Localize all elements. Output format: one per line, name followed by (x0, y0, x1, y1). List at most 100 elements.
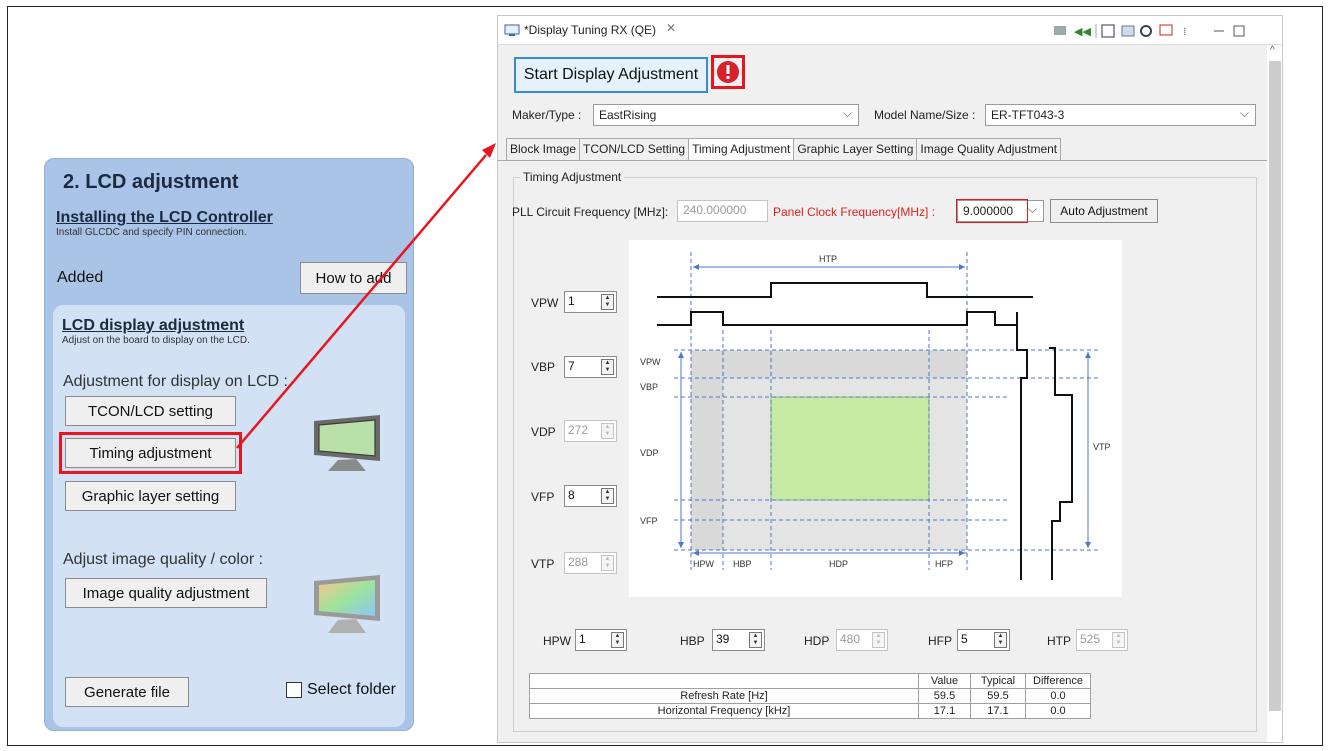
hpw-label: HPW (543, 634, 571, 648)
row-value: 17.1 (918, 703, 971, 719)
hpw-spinner[interactable]: 1 ▲ ▼ (575, 629, 627, 651)
htp-diagram-label: HTP (819, 254, 837, 264)
header-cell (529, 673, 919, 689)
graphic-layer-setting-button[interactable]: Graphic layer setting (65, 481, 236, 511)
spinner-arrows-icon: ▲ ▼ (872, 632, 885, 648)
vfp-spinner[interactable]: 8 ▲ ▼ (564, 485, 617, 507)
header-cell: Value (918, 673, 971, 689)
how-to-add-button[interactable]: How to add (300, 262, 407, 294)
svg-text:◀◀: ◀◀ (1074, 25, 1091, 38)
image-quality-adjustment-button[interactable]: Image quality adjustment (65, 578, 267, 608)
table-row: Horizontal Frequency [kHz] 17.1 17.1 0.0 (529, 703, 1091, 719)
spinner-arrows-icon[interactable]: ▲ ▼ (601, 488, 614, 504)
hfp-diagram-label: HFP (935, 559, 953, 569)
auto-adjustment-button[interactable]: Auto Adjustment (1050, 199, 1158, 223)
row-typical: 17.1 (970, 703, 1026, 719)
tab-timing-adjustment[interactable]: Timing Adjustment (688, 138, 795, 160)
settings-tabs: Block Image TCON/LCD Setting Timing Adju… (506, 138, 1062, 160)
spinner-arrows-icon[interactable]: ▲ ▼ (601, 359, 614, 375)
select-folder-checkbox[interactable] (286, 682, 302, 698)
vtp-label: VTP (531, 557, 555, 571)
chevron-down-icon: ⌵ (1239, 106, 1249, 120)
error-icon[interactable] (716, 60, 740, 84)
hfp-label: HFP (928, 634, 952, 648)
panel-clock-label: Panel Clock Frequency[MHz] : (773, 205, 936, 219)
installing-description: Install GLCDC and specify PIN connection… (56, 227, 247, 238)
chevron-down-icon: ⌵ (1027, 202, 1037, 216)
vpw-spinner[interactable]: 1 ▲ ▼ (564, 291, 617, 313)
vdp-diagram-label: VDP (640, 448, 659, 458)
hbp-diagram-label: HBP (733, 559, 752, 569)
hdp-spinner: 480 ▲ ▼ (836, 629, 888, 651)
maker-type-select[interactable]: EastRising ⌵ (593, 104, 859, 126)
svg-text:⁞: ⁞ (1183, 25, 1187, 38)
color-monitor-icon (314, 575, 380, 633)
hfp-value: 5 (961, 632, 968, 646)
vpw-label: VPW (531, 296, 559, 310)
vtp-diagram-label: VTP (1093, 442, 1111, 452)
generate-file-button[interactable]: Generate file (65, 677, 189, 707)
spinner-arrows-icon: ▲ ▼ (601, 555, 614, 571)
chevron-down-icon: ⌵ (842, 106, 852, 120)
vdp-spinner: 272 ▲ ▼ (564, 420, 617, 442)
select-folder-label: Select folder (307, 681, 396, 698)
tab-block-image[interactable]: Block Image (506, 138, 581, 160)
row-value: 59.5 (918, 688, 971, 704)
display-icon (504, 24, 520, 36)
lcd-display-adjustment-link[interactable]: LCD display adjustment (62, 317, 250, 335)
htp-spinner: 525 ▲ ▼ (1076, 629, 1128, 651)
hpw-value: 1 (579, 632, 586, 646)
spinner-arrows-icon[interactable]: ▲ ▼ (994, 632, 1007, 648)
tab-image-quality-adjustment[interactable]: Image Quality Adjustment (916, 138, 1062, 160)
hbp-spinner[interactable]: 39 ▲ ▼ (712, 629, 765, 651)
hpw-diagram-label: HPW (693, 559, 715, 569)
tab-graphic-layer-setting[interactable]: Graphic Layer Setting (793, 138, 918, 160)
timing-diagram: HTP VTP VPW VBP VDP VFP HPW HBP HDP HFP (629, 240, 1122, 597)
hfp-spinner[interactable]: 5 ▲ ▼ (957, 629, 1010, 651)
lcd-display-adjustment-section: LCD display adjustment Adjust on the boa… (53, 305, 405, 727)
spinner-arrows-icon[interactable]: ▲ ▼ (611, 632, 624, 648)
status-added: Added (57, 269, 104, 286)
tcon-lcd-setting-button[interactable]: TCON/LCD setting (65, 396, 236, 426)
vbp-spinner[interactable]: 7 ▲ ▼ (564, 356, 617, 378)
model-name-select[interactable]: ER-TFT043-3 ⌵ (985, 104, 1256, 126)
vpw-value: 1 (568, 294, 575, 308)
display-adjustment-description: Adjust on the board to display on the LC… (62, 335, 250, 346)
results-table: Value Typical Difference Refresh Rate [H… (529, 673, 1091, 719)
table-header-row: Value Typical Difference (529, 673, 1091, 689)
scrollbar-thumb[interactable] (1269, 61, 1281, 711)
row-typical: 59.5 (970, 688, 1026, 704)
maker-type-value: EastRising (599, 108, 657, 122)
maker-type-label: Maker/Type : (512, 108, 582, 122)
lcd-monitor-icon (314, 415, 380, 471)
editor-tab-bar: *Display Tuning RX (QE) ✕ ◀◀ ⁞ (498, 16, 1282, 45)
table-row: Refresh Rate [Hz] 59.5 59.5 0.0 (529, 688, 1091, 704)
editor-tab-title[interactable]: *Display Tuning RX (QE) (524, 23, 656, 37)
installing-lcd-controller-link[interactable]: Installing the LCD Controller (56, 209, 406, 227)
row-name: Refresh Rate [Hz] (529, 688, 919, 704)
close-tab-icon[interactable]: ✕ (666, 21, 676, 35)
pll-frequency-label: PLL Circuit Frequency [MHz]: (512, 205, 669, 219)
spinner-arrows-icon[interactable]: ▲ ▼ (749, 632, 762, 648)
model-name-label: Model Name/Size : (874, 108, 976, 122)
vdp-label: VDP (531, 425, 556, 439)
vfp-diagram-label: VFP (640, 516, 658, 526)
vbp-diagram-label: VBP (640, 382, 658, 392)
vtp-value: 288 (568, 555, 589, 569)
toolbar-icons: ◀◀ ⁞ (1054, 24, 1245, 38)
pll-frequency-field: 240.000000 (677, 200, 768, 222)
spinner-arrows-icon: ▲ ▼ (601, 423, 614, 439)
vbp-value: 7 (568, 359, 575, 373)
lcd-adjustment-panel: 2. LCD adjustment Installing the LCD Con… (44, 158, 414, 731)
htp-label: HTP (1047, 634, 1071, 648)
vpw-diagram-label: VPW (640, 357, 661, 367)
panel-clock-highlight (956, 199, 1028, 223)
row-difference: 0.0 (1025, 703, 1091, 719)
scroll-up-icon[interactable]: ^ (1270, 45, 1275, 56)
tab-tcon-lcd-setting[interactable]: TCON/LCD Setting (579, 138, 690, 160)
model-name-value: ER-TFT043-3 (991, 108, 1065, 122)
vfp-value: 8 (568, 488, 575, 502)
start-display-adjustment-button[interactable]: Start Display Adjustment (514, 57, 708, 93)
spinner-arrows-icon[interactable]: ▲ ▼ (601, 294, 614, 310)
vertical-scrollbar[interactable]: ^ (1268, 45, 1282, 742)
